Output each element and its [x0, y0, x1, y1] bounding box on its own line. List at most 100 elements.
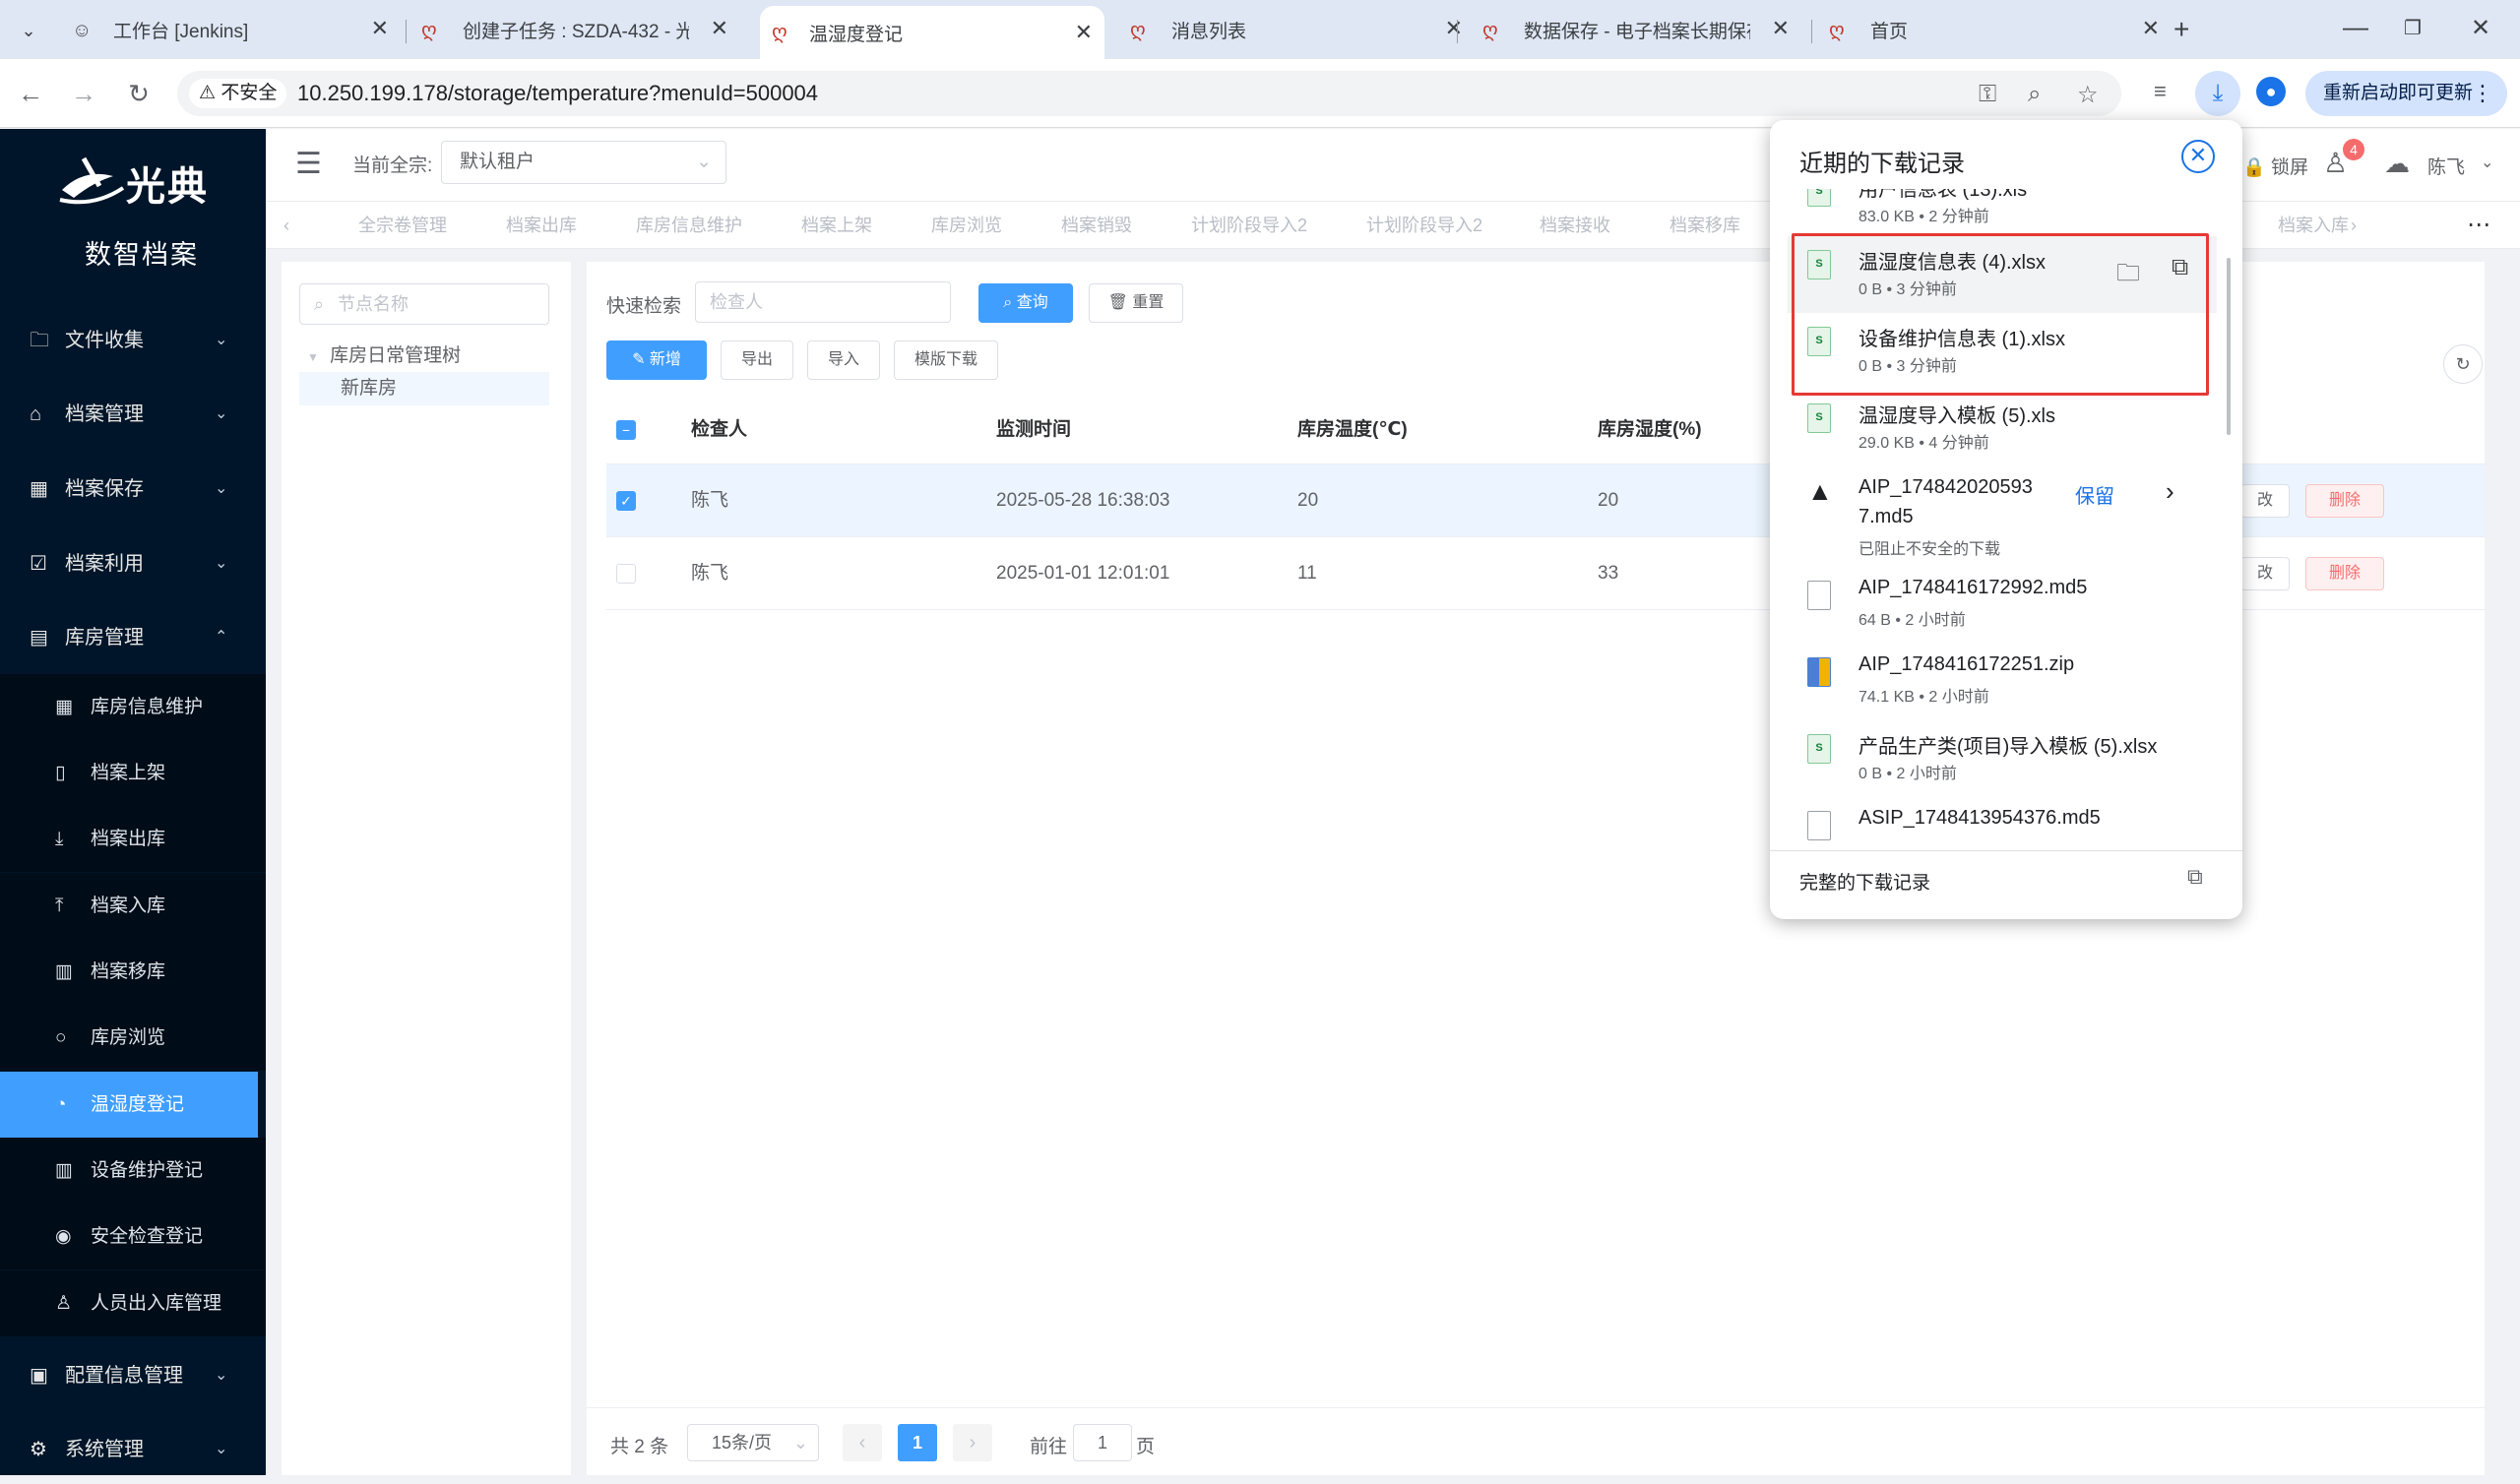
hamburger-menu-icon[interactable]: ☰ [295, 147, 322, 181]
tab-close-icon[interactable]: ✕ [371, 16, 389, 41]
submenu-safety[interactable]: ◉ 安全检查登记 [0, 1204, 266, 1269]
back-arrow-icon[interactable]: ← [14, 77, 47, 110]
address-bar[interactable]: ⚠ 不安全 10.250.199.178/storage/temperature… [177, 71, 2121, 116]
prev-page-button[interactable]: ‹ [843, 1424, 882, 1461]
tag-item[interactable]: 全宗卷管理 [358, 202, 447, 249]
download-item-blocked[interactable]: ▲ AIP_174842020593 7.md5 已阻止不安全的下载 保留 › [1788, 466, 2217, 565]
tab-list-chevron-icon[interactable]: ⌄ [14, 16, 43, 45]
refresh-icon[interactable]: ↻ [2443, 344, 2483, 384]
forward-arrow-icon[interactable]: → [67, 77, 100, 110]
tag-item[interactable]: 库房浏览 [931, 202, 1002, 249]
chevron-right-icon[interactable]: › [2351, 202, 2357, 249]
menu-config[interactable]: ▣ 配置信息管理 ⌄ [0, 1341, 266, 1410]
tenant-select[interactable]: 默认租户 ⌄ [441, 141, 726, 184]
delete-button[interactable]: 删除 [2305, 557, 2384, 590]
user-name[interactable]: 陈飞 [2427, 153, 2465, 179]
row-checkbox[interactable]: ✓ [616, 491, 636, 511]
tab-close-icon[interactable]: ✕ [711, 16, 728, 41]
menu-system[interactable]: ⚙ 系统管理 ⌄ [0, 1415, 266, 1484]
full-history-link[interactable]: 完整的下载记录 [1799, 868, 1930, 895]
tab-jenkins[interactable]: ☺ 工作台 [Jenkins] ✕ [44, 8, 401, 51]
submenu-temperature[interactable]: ◔ 温湿度登记 [0, 1072, 258, 1138]
url-text[interactable]: 10.250.199.178/storage/temperature?menuI… [297, 71, 818, 116]
scrollbar-thumb[interactable] [2227, 258, 2231, 435]
window-close-icon[interactable]: ✕ [2471, 14, 2490, 42]
tag-item[interactable]: 档案出库 [506, 202, 577, 249]
zoom-icon[interactable]: ⌕ [2028, 81, 2041, 108]
template-download-button[interactable]: 模版下载 [894, 340, 998, 380]
add-button[interactable]: ✎ 新增 [606, 340, 707, 380]
tab-close-icon[interactable]: ✕ [1075, 20, 1093, 45]
submenu-shelving[interactable]: ▯ 档案上架 [0, 740, 266, 806]
tab-home[interactable]: ღ 首页 ✕ [1801, 8, 2160, 51]
tab-temperature[interactable]: ღ 温湿度登记 ✕ [760, 6, 1104, 59]
submenu-inbound[interactable]: ⤒ 档案入库 [0, 873, 266, 939]
tag-item[interactable]: 库房信息维护 [636, 202, 742, 249]
submenu-move[interactable]: ▥ 档案移库 [0, 939, 266, 1005]
bookmark-star-icon[interactable]: ☆ [2077, 81, 2099, 109]
page-size-select[interactable]: 15条/页 ⌄ [687, 1424, 819, 1461]
password-key-icon[interactable]: ⚿ [1979, 81, 1996, 108]
download-item[interactable]: AIP_1748416172251.zip 74.1 KB • 2 小时前 [1788, 644, 2217, 720]
more-horiz-icon[interactable]: ⋯ [2467, 202, 2490, 249]
submenu-personnel[interactable]: ♙ 人员出入库管理 [0, 1270, 266, 1336]
open-external-icon[interactable]: ⧉ [2187, 864, 2203, 890]
goto-input[interactable]: 1 [1073, 1424, 1132, 1461]
edit-button[interactable]: 改 [2240, 484, 2290, 518]
next-page-button[interactable]: › [953, 1424, 992, 1461]
submenu-warehouse-info[interactable]: ▦ 库房信息维护 [0, 674, 266, 740]
submenu-equipment[interactable]: ▥ 设备维护登记 [0, 1138, 266, 1204]
tree-root-node[interactable]: ▼ 库房日常管理树 [307, 340, 461, 367]
security-chip[interactable]: ⚠ 不安全 [189, 79, 287, 108]
tab-close-icon[interactable]: ✕ [1772, 16, 1790, 41]
edit-button[interactable]: 改 [2240, 557, 2290, 590]
reset-button[interactable]: 🗑 重置 [1089, 283, 1183, 323]
tab-close-icon[interactable]: ✕ [2142, 16, 2160, 41]
download-item[interactable]: AIP_1748416172992.md5 64 B • 2 小时前 [1788, 567, 2217, 644]
chevron-down-icon[interactable]: ⌄ [2481, 153, 2493, 172]
menu-archive-manage[interactable]: ⌂ 档案管理 ⌄ [0, 380, 266, 449]
chevron-left-icon[interactable]: ‹ [284, 202, 289, 249]
lock-screen-button[interactable]: 🔒 锁屏 [2242, 153, 2308, 179]
tab-messages[interactable]: ღ 消息列表 ✕ [1102, 8, 1463, 51]
chevron-right-icon[interactable]: › [2166, 476, 2174, 507]
tree-search-input[interactable]: ⌕ 节点名称 [299, 283, 549, 325]
tab-data-save[interactable]: ღ 数据保存 - 电子档案长期保存系 ✕ [1455, 8, 1811, 51]
new-tab-plus-icon[interactable]: + [2174, 14, 2189, 45]
tab-szda[interactable]: ღ 创建子任务 : SZDA-432 - 光典 ✕ [394, 8, 750, 51]
restore-icon[interactable]: ❐ [2404, 16, 2422, 40]
delete-button[interactable]: 删除 [2305, 484, 2384, 518]
tag-item[interactable]: 计划阶段导入2 [1191, 202, 1307, 249]
keep-button[interactable]: 保留 [2075, 480, 2114, 509]
download-item[interactable]: S 产品生产类(项目)导入模板 (5).xlsx 0 B • 2 小时前 [1788, 720, 2217, 797]
relaunch-update-button[interactable]: 重新启动即可更新 ⋮ [2305, 71, 2507, 116]
menu-archive-save[interactable]: ▦ 档案保存 ⌄ [0, 455, 266, 524]
media-playlist-icon[interactable]: ≡ [2154, 79, 2167, 104]
row-checkbox[interactable] [616, 564, 636, 584]
close-icon[interactable]: ✕ [2181, 140, 2215, 173]
tag-item[interactable]: 档案移库 [1670, 202, 1740, 249]
menu-archive-use[interactable]: ☑ 档案利用 ⌄ [0, 529, 266, 598]
select-all-checkbox[interactable]: − [616, 420, 636, 440]
import-button[interactable]: 导入 [807, 340, 880, 380]
menu-file-collect[interactable]: 🗀 文件收集 ⌄ [0, 306, 266, 375]
inspector-input[interactable]: 检查人 [695, 281, 951, 323]
tag-item[interactable]: 档案接收 [1540, 202, 1610, 249]
download-item[interactable]: ASIP_1748413954376.md5 [1788, 797, 2217, 850]
tag-item[interactable]: 档案销毁 [1061, 202, 1132, 249]
tag-item[interactable]: 档案入库 [2278, 202, 2349, 249]
submenu-browse[interactable]: ○ 库房浏览 [0, 1005, 266, 1071]
page-1-button[interactable]: 1 [898, 1424, 937, 1461]
tag-item[interactable]: 档案上架 [801, 202, 872, 249]
submenu-outbound[interactable]: ⤓ 档案出库 [0, 806, 266, 872]
download-item[interactable]: S 温湿度导入模板 (5).xls 29.0 KB • 4 分钟前 [1788, 390, 2217, 466]
profile-avatar-icon[interactable]: ● [2256, 77, 2286, 106]
minimize-icon[interactable]: — [2343, 12, 2368, 42]
tag-item[interactable]: 计划阶段导入2 [1366, 202, 1482, 249]
reload-icon[interactable]: ↻ [122, 77, 156, 110]
query-button[interactable]: ⌕ 查询 [978, 283, 1073, 323]
tree-child-node[interactable]: 新库房 [299, 372, 549, 405]
download-button[interactable]: ⤓ [2195, 71, 2240, 116]
export-button[interactable]: 导出 [721, 340, 793, 380]
menu-warehouse-manage[interactable]: ▤ 库房管理 ⌃ [0, 603, 266, 672]
